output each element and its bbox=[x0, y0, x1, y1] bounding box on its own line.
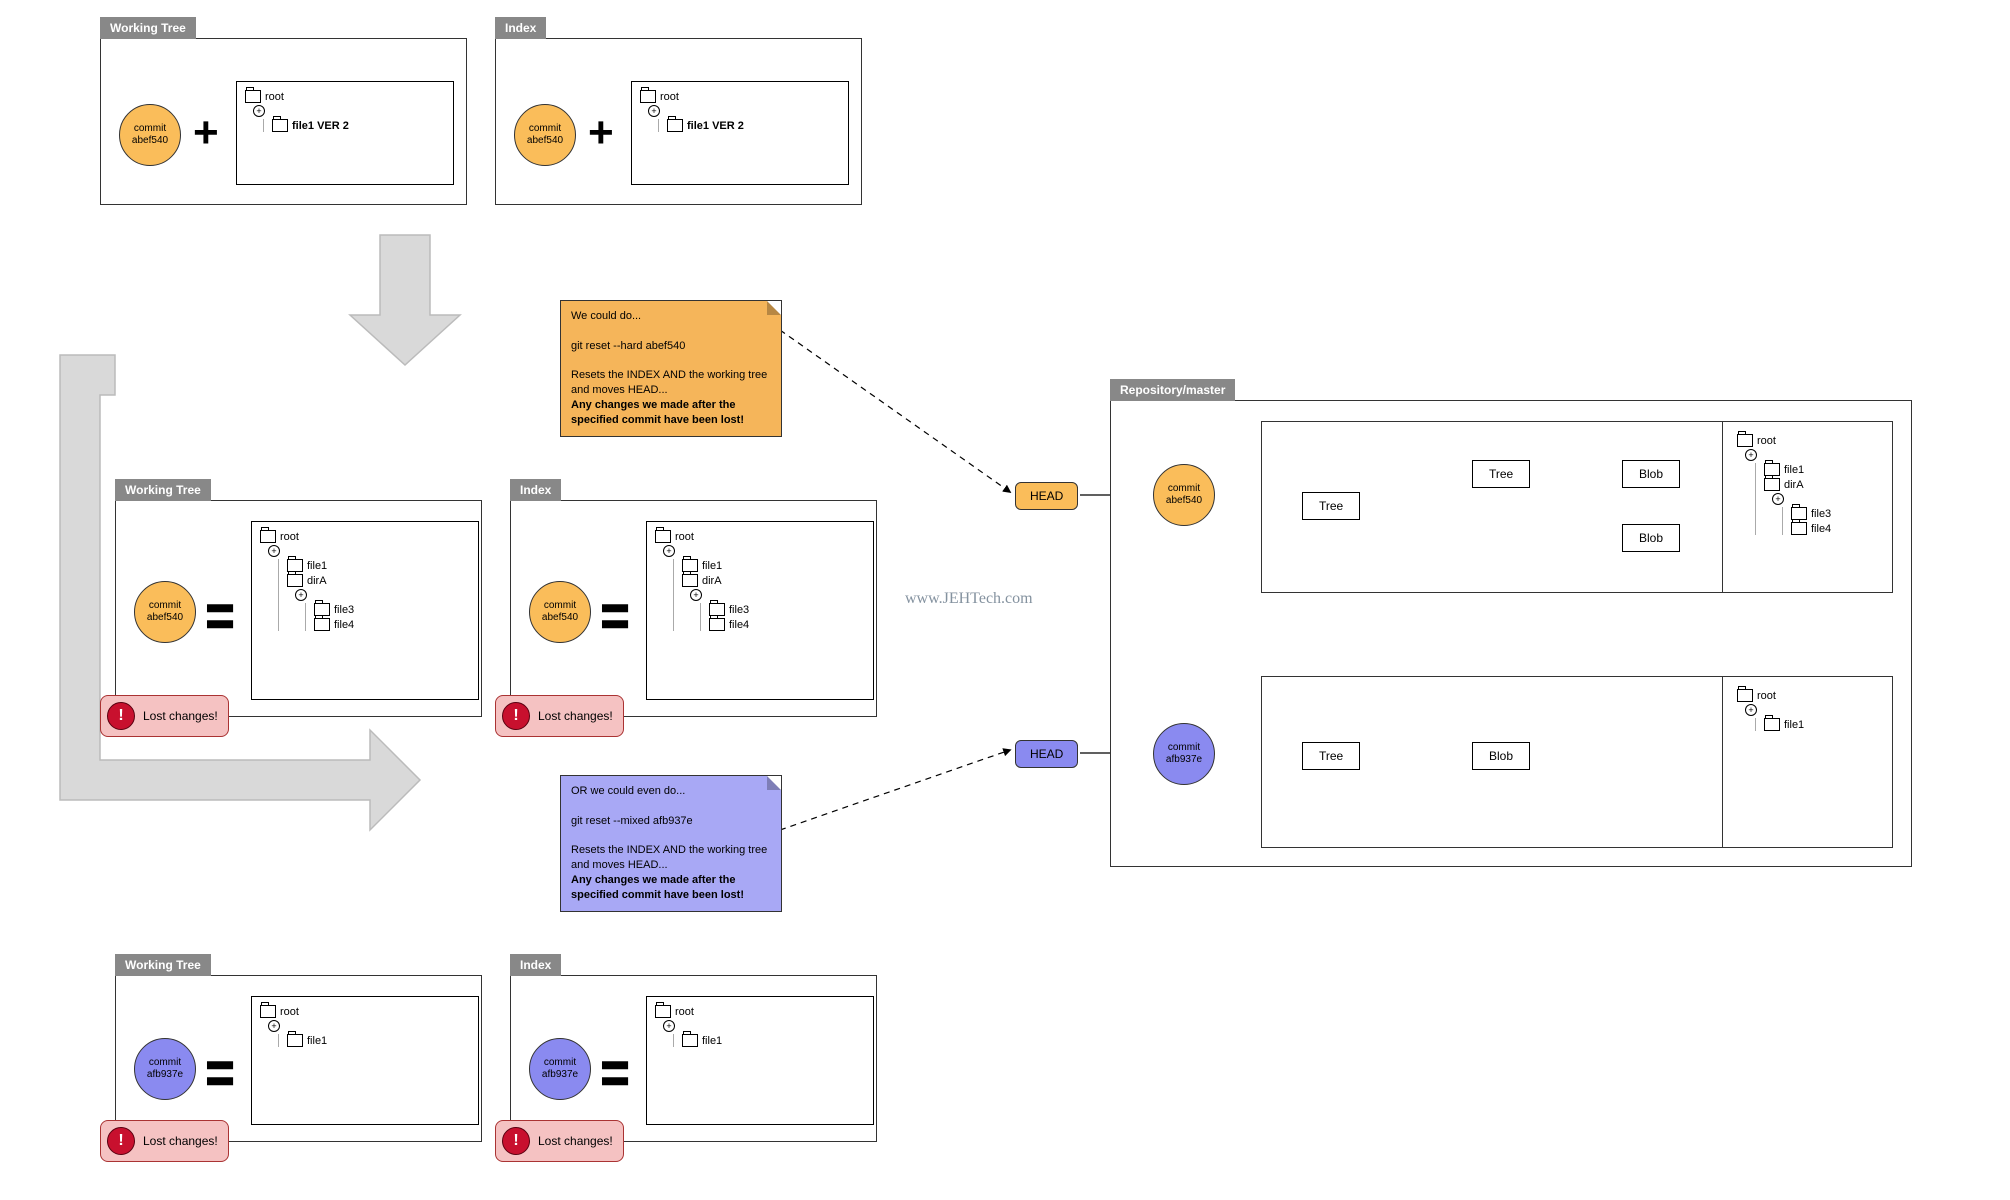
commit-afb937e: commit afb937e bbox=[1153, 723, 1215, 785]
file-tree-box: root + file1 VER 2 bbox=[631, 81, 849, 185]
lost-changes-badge: ! Lost changes! bbox=[495, 1120, 624, 1162]
equals-icon bbox=[208, 601, 230, 633]
commit-afb937e: commit afb937e bbox=[529, 1038, 591, 1100]
expand-icon: + bbox=[663, 545, 675, 557]
file-tree-box: root + file1 dirA + file3 file4 bbox=[646, 521, 874, 700]
folder-icon bbox=[287, 574, 303, 587]
folder-icon bbox=[1737, 689, 1753, 702]
repo-tree-bottom: Tree Blob root + file1 bbox=[1261, 676, 1893, 848]
panel-index-top: Index commit abef540 + root + file1 VER … bbox=[495, 38, 862, 205]
folder-icon bbox=[709, 618, 725, 631]
folder-icon bbox=[667, 119, 683, 132]
lost-changes-badge: ! Lost changes! bbox=[100, 1120, 229, 1162]
equals-icon bbox=[603, 1058, 625, 1090]
watermark-text: www.JEHTech.com bbox=[905, 590, 1033, 608]
folder-icon bbox=[260, 1005, 276, 1018]
folder-icon bbox=[640, 90, 656, 103]
exclaim-icon: ! bbox=[107, 702, 135, 730]
expand-icon: + bbox=[268, 545, 280, 557]
blob-node: Blob bbox=[1622, 524, 1680, 552]
tree-node: Tree bbox=[1302, 742, 1360, 770]
equals-icon bbox=[603, 601, 625, 633]
blob-node: Blob bbox=[1622, 460, 1680, 488]
expand-icon: + bbox=[295, 589, 307, 601]
folder-icon bbox=[682, 1034, 698, 1047]
panel-index-bottom: Index commit afb937e root + file1 bbox=[510, 975, 877, 1142]
panel-working-tree-top: Working Tree commit abef540 + root + fil… bbox=[100, 38, 467, 205]
note-reset-hard: We could do... git reset --hard abef540 … bbox=[560, 300, 782, 437]
exclaim-icon: ! bbox=[502, 702, 530, 730]
folder-icon bbox=[260, 530, 276, 543]
file-tree-box: root + file1 dirA + file3 file4 bbox=[251, 521, 479, 700]
panel-working-tree-bottom: Working Tree commit afb937e root + file1 bbox=[115, 975, 482, 1142]
panel-title: Working Tree bbox=[115, 479, 211, 501]
note-reset-mixed: OR we could even do... git reset --mixed… bbox=[560, 775, 782, 912]
folder-icon bbox=[682, 574, 698, 587]
lost-changes-badge: ! Lost changes! bbox=[100, 695, 229, 737]
head-ref-purple: HEAD bbox=[1015, 740, 1078, 768]
exclaim-icon: ! bbox=[107, 1127, 135, 1155]
folder-icon bbox=[1764, 478, 1780, 491]
head-ref-orange: HEAD bbox=[1015, 482, 1078, 510]
expand-icon: + bbox=[1745, 449, 1757, 461]
tree-node: Tree bbox=[1472, 460, 1530, 488]
commit-abef540: commit abef540 bbox=[514, 104, 576, 166]
folder-icon bbox=[1764, 718, 1780, 731]
equals-icon bbox=[208, 1058, 230, 1090]
expand-icon: + bbox=[253, 105, 265, 117]
panel-title: Index bbox=[510, 954, 561, 976]
panel-title: Index bbox=[495, 17, 546, 39]
file-tree-box: root + file1 bbox=[646, 996, 874, 1125]
panel-index-mid: Index commit abef540 root + file1 dirA +… bbox=[510, 500, 877, 717]
lost-changes-badge: ! Lost changes! bbox=[495, 695, 624, 737]
expand-icon: + bbox=[648, 105, 660, 117]
commit-abef540: commit abef540 bbox=[529, 581, 591, 643]
exclaim-icon: ! bbox=[502, 1127, 530, 1155]
folder-icon bbox=[272, 119, 288, 132]
commit-afb937e: commit afb937e bbox=[134, 1038, 196, 1100]
expand-icon: + bbox=[1772, 493, 1784, 505]
expand-icon: + bbox=[690, 589, 702, 601]
expand-icon: + bbox=[1745, 704, 1757, 716]
commit-abef540: commit abef540 bbox=[134, 581, 196, 643]
commit-abef540: commit abef540 bbox=[119, 104, 181, 166]
folder-icon bbox=[1737, 434, 1753, 447]
panel-title: Index bbox=[510, 479, 561, 501]
panel-title: Working Tree bbox=[115, 954, 211, 976]
panel-title: Repository/master bbox=[1110, 379, 1235, 401]
blob-node: Blob bbox=[1472, 742, 1530, 770]
expand-icon: + bbox=[268, 1020, 280, 1032]
panel-title: Working Tree bbox=[100, 17, 196, 39]
file-tree-box: root + file1 VER 2 bbox=[236, 81, 454, 185]
file-tree-box: root + file1 bbox=[251, 996, 479, 1125]
folder-icon bbox=[655, 1005, 671, 1018]
folder-icon bbox=[1791, 522, 1807, 535]
tree-node: Tree bbox=[1302, 492, 1360, 520]
folder-icon bbox=[245, 90, 261, 103]
commit-abef540: commit abef540 bbox=[1153, 464, 1215, 526]
folder-icon bbox=[655, 530, 671, 543]
panel-repository: Repository/master commit abef540 commit … bbox=[1110, 400, 1912, 867]
panel-working-tree-mid: Working Tree commit abef540 root + file1… bbox=[115, 500, 482, 717]
folder-icon bbox=[314, 618, 330, 631]
plus-icon: + bbox=[193, 111, 219, 155]
repo-tree-top: Tree Tree Blob Blob root + file1 dirA + … bbox=[1261, 421, 1893, 593]
expand-icon: + bbox=[663, 1020, 675, 1032]
plus-icon: + bbox=[588, 111, 614, 155]
folder-icon bbox=[287, 1034, 303, 1047]
